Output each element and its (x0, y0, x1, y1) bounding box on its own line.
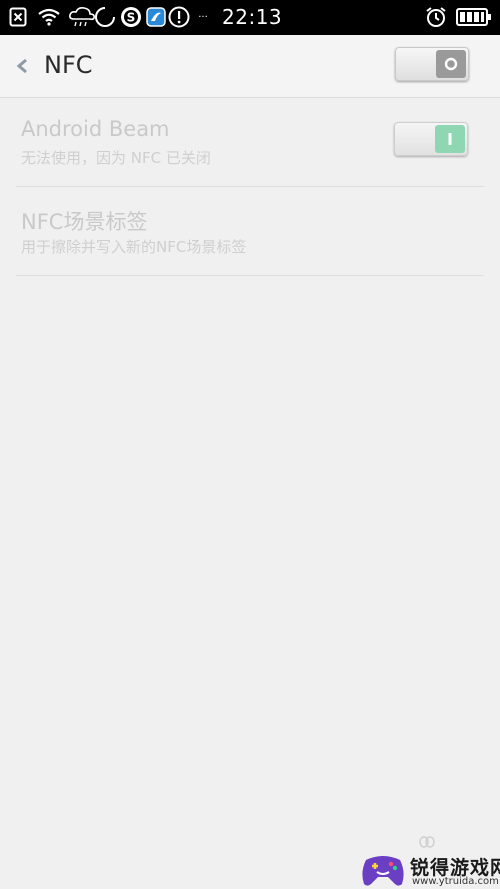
overflow-dots: ··· (198, 11, 208, 23)
page-title: NFC (44, 51, 93, 79)
status-bar: S ··· 22:13 (0, 0, 500, 35)
setting-android-beam[interactable]: Android Beam 无法使用，因为 NFC 已关闭 (16, 97, 484, 187)
blue-app-icon (145, 6, 167, 28)
circle-off-icon (444, 57, 458, 71)
setting-title: Android Beam (21, 117, 170, 141)
sim-error-icon (8, 6, 28, 28)
loading-ring-icon (94, 6, 116, 28)
setting-title: NFC场景标签 (21, 210, 148, 234)
title-bar: NFC (0, 35, 500, 98)
alert-icon (168, 6, 190, 28)
android-beam-toggle-switch[interactable] (394, 122, 468, 156)
setting-subtitle: 无法使用，因为 NFC 已关闭 (21, 149, 211, 167)
floating-bubble-icon (418, 834, 436, 853)
battery-icon (456, 6, 492, 28)
status-time: 22:13 (222, 5, 283, 29)
alarm-icon (424, 6, 448, 28)
s-app-icon: S (120, 6, 142, 28)
rain-cloud-icon (68, 6, 96, 28)
wifi-icon (38, 6, 60, 28)
nfc-toggle-switch[interactable] (395, 47, 469, 81)
svg-text:S: S (127, 11, 136, 25)
watermark-url: www.ytruida.com (412, 876, 499, 887)
back-chevron-icon (16, 58, 27, 74)
bar-on-icon (448, 133, 452, 145)
switch-on-knob (435, 125, 465, 153)
back-button[interactable] (10, 53, 34, 79)
switch-off-knob (436, 50, 466, 78)
gamepad-logo-icon (362, 856, 404, 886)
watermark: 锐得游戏网 www.ytruida.com (360, 852, 500, 889)
setting-nfc-scene-tag[interactable]: NFC场景标签 用于擦除并写入新的NFC场景标签 (16, 186, 484, 276)
setting-subtitle: 用于擦除并写入新的NFC场景标签 (21, 238, 247, 256)
